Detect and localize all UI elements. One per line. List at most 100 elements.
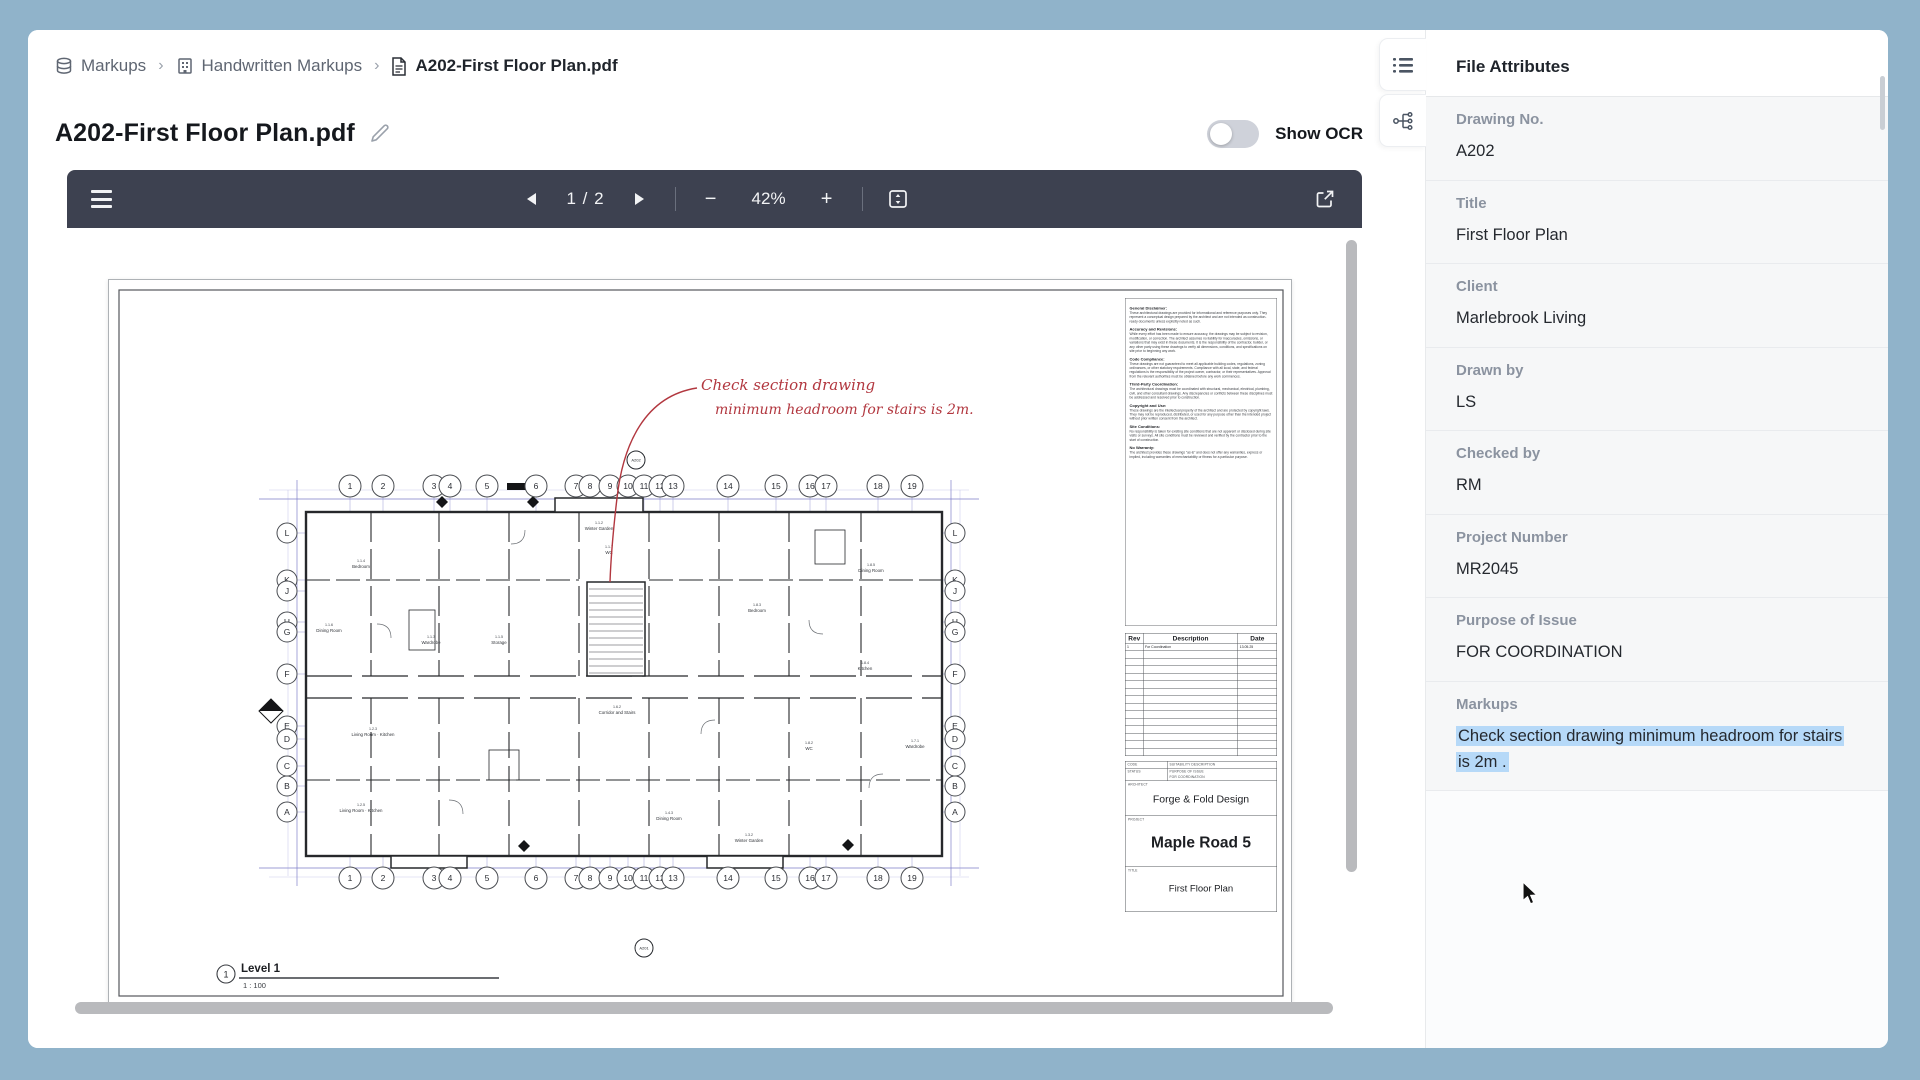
edit-title-icon[interactable] <box>369 123 390 144</box>
attributes-tree-tab[interactable] <box>1379 94 1426 147</box>
pdf-canvas[interactable]: A202A201 1122334455667788991010111112121… <box>67 228 1362 1020</box>
document-icon <box>391 57 407 76</box>
breadcrumb-item-markups[interactable]: Markups <box>55 56 146 76</box>
panel-scrollbar[interactable] <box>1880 76 1885 130</box>
file-attributes-panel: File Attributes Drawing No. A202 TitleFirs… <box>1425 30 1888 1048</box>
external-link-icon <box>1315 189 1335 209</box>
attribute-value: Check section drawing minimum headroom f… <box>1456 724 1854 775</box>
attribute-value: MR2045 <box>1456 557 1854 583</box>
svg-text:Living Room · Kitchen: Living Room · Kitchen <box>352 732 396 737</box>
svg-text:Bedroom: Bedroom <box>352 564 370 569</box>
attribute-value: A202 <box>1456 139 1854 165</box>
svg-text:1.8.3: 1.8.3 <box>753 603 761 607</box>
svg-text:C: C <box>284 761 290 771</box>
svg-text:3: 3 <box>432 481 437 491</box>
attribute-label: Purpose of Issue <box>1456 612 1858 629</box>
breadcrumb-label: Markups <box>81 56 146 76</box>
main-content: Markups › Handwritten Markups › <box>28 30 1425 1048</box>
svg-text:16: 16 <box>805 481 815 491</box>
list-view-tab[interactable] <box>1379 38 1426 91</box>
title-block-project: PROJECTMaple Road 5 <box>1125 816 1277 867</box>
vertical-scrollbar[interactable] <box>1346 240 1357 872</box>
svg-text:15: 15 <box>771 873 781 883</box>
svg-text:2: 2 <box>381 873 386 883</box>
toggle-knob <box>1210 123 1232 145</box>
attribute-value: RM <box>1456 473 1854 499</box>
svg-text:Wardrobe: Wardrobe <box>421 640 441 645</box>
breadcrumb-item-handwritten-markups[interactable]: Handwritten Markups <box>176 56 363 76</box>
svg-text:1: 1 <box>348 481 353 491</box>
svg-text:9: 9 <box>608 481 613 491</box>
svg-text:WC: WC <box>805 746 812 751</box>
svg-text:19: 19 <box>907 873 917 883</box>
svg-text:L: L <box>285 528 290 538</box>
attribute-row[interactable]: Checked byRM <box>1426 431 1888 515</box>
previous-page-button[interactable] <box>518 186 544 212</box>
show-ocr-toggle[interactable] <box>1207 120 1259 148</box>
attribute-row[interactable]: MarkupsCheck section drawing minimum hea… <box>1426 682 1888 791</box>
svg-text:8: 8 <box>588 481 593 491</box>
title-block-code-row: CODESUITABILITY DESCRIPTION <box>1125 761 1277 768</box>
svg-text:11: 11 <box>640 873 649 883</box>
svg-text:1.2.5: 1.2.5 <box>357 803 365 807</box>
horizontal-scrollbar[interactable] <box>75 1002 1333 1014</box>
svg-text:16: 16 <box>805 873 815 883</box>
svg-text:1.4.3: 1.4.3 <box>665 811 673 815</box>
svg-text:6: 6 <box>534 873 539 883</box>
svg-text:8: 8 <box>588 873 593 883</box>
zoom-level: 42% <box>746 189 792 209</box>
attribute-row[interactable]: Project NumberMR2045 <box>1426 515 1888 599</box>
fit-page-button[interactable] <box>885 186 911 212</box>
svg-text:5: 5 <box>485 873 490 883</box>
pdf-toolbar: 1 / 2 − 42% + <box>67 170 1362 228</box>
svg-text:J: J <box>953 586 957 596</box>
svg-text:1.1.2: 1.1.2 <box>595 521 603 525</box>
level-name: Level 1 <box>241 963 281 975</box>
zoom-in-button[interactable]: + <box>814 186 840 212</box>
svg-text:A202: A202 <box>631 458 641 463</box>
svg-text:Dining Room: Dining Room <box>316 628 342 633</box>
level-scale: 1 : 100 <box>243 981 266 990</box>
level-marker: 1 Level 1 1 : 100 <box>217 963 499 990</box>
attribute-value: LS <box>1456 390 1854 416</box>
attribute-row[interactable]: Drawn by LS <box>1426 348 1888 432</box>
svg-text:1.7.1: 1.7.1 <box>911 739 919 743</box>
svg-text:1.8.5: 1.8.5 <box>867 563 875 567</box>
markup-text-line1: Check section drawing <box>701 376 875 394</box>
svg-text:1.3.2: 1.3.2 <box>745 833 753 837</box>
zoom-out-button[interactable]: − <box>698 186 724 212</box>
attribute-row[interactable]: TitleFirst Floor Plan <box>1426 181 1888 265</box>
svg-text:4: 4 <box>448 481 453 491</box>
attribute-label: Drawing No. <box>1456 111 1858 128</box>
svg-text:J: J <box>285 586 289 596</box>
breadcrumb-item-current-file[interactable]: A202-First Floor Plan.pdf <box>391 56 617 76</box>
layers-icon <box>55 57 73 75</box>
next-page-button[interactable] <box>627 186 653 212</box>
svg-text:11: 11 <box>640 481 649 491</box>
panel-title: File Attributes <box>1426 30 1888 97</box>
svg-text:D: D <box>284 734 290 744</box>
floor-plan-drawing: A202A201 1122334455667788991010111112121… <box>109 280 1293 1005</box>
svg-text:1.1.3: 1.1.3 <box>427 635 435 639</box>
svg-text:Living Room · Kitchen: Living Room · Kitchen <box>340 808 384 813</box>
svg-text:9: 9 <box>608 873 613 883</box>
list-icon <box>1393 56 1413 74</box>
svg-text:Wardrobe: Wardrobe <box>905 744 925 749</box>
svg-text:1.1.6: 1.1.6 <box>325 623 333 627</box>
open-external-button[interactable] <box>1312 186 1338 212</box>
menu-icon[interactable] <box>91 190 112 208</box>
attribute-row[interactable]: Purpose of IssueFOR COORDINATION <box>1426 598 1888 682</box>
attribute-row[interactable]: ClientMarlebrook Living <box>1426 264 1888 348</box>
svg-text:4: 4 <box>448 873 453 883</box>
attribute-row[interactable]: Drawing No. A202 <box>1426 97 1888 181</box>
svg-text:A201: A201 <box>639 946 649 951</box>
svg-text:7: 7 <box>574 481 579 491</box>
svg-text:G: G <box>952 627 959 637</box>
svg-text:L: L <box>953 528 958 538</box>
fit-page-icon <box>888 189 908 209</box>
attribute-value: Marlebrook Living <box>1456 306 1854 332</box>
breadcrumb-separator: › <box>372 57 381 75</box>
svg-text:B: B <box>952 781 958 791</box>
attribute-label: Drawn by <box>1456 362 1858 379</box>
svg-text:Storage: Storage <box>491 640 507 645</box>
